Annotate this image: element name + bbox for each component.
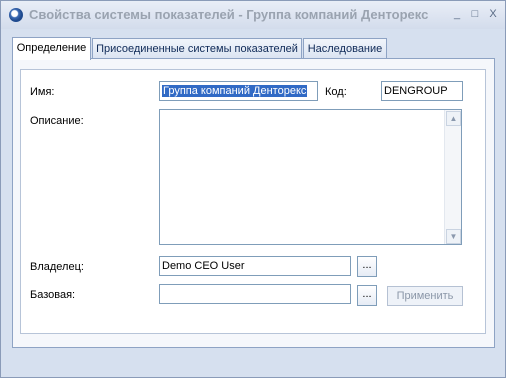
description-scrollbar[interactable]: ▲ ▼ xyxy=(444,110,461,244)
owner-browse-button[interactable]: ... xyxy=(357,256,377,277)
close-button[interactable]: X xyxy=(485,7,501,21)
name-input-value: Группа компаний Денторекс xyxy=(162,85,308,97)
apply-button[interactable]: Применить xyxy=(387,286,463,306)
code-input[interactable]: DENGROUP xyxy=(381,81,463,101)
window-title: Свойства системы показателей - Группа ко… xyxy=(29,7,429,22)
app-logo-icon xyxy=(9,8,23,22)
owner-label: Владелец: xyxy=(30,261,84,273)
tab-inheritance[interactable]: Наследование xyxy=(303,38,387,58)
tab-definition[interactable]: Определение xyxy=(12,37,91,60)
maximize-button[interactable]: □ xyxy=(467,7,483,21)
description-textarea[interactable]: ▲ ▼ xyxy=(159,109,462,245)
base-browse-button[interactable]: ... xyxy=(357,285,377,306)
title-bar[interactable]: Свойства системы показателей - Группа ко… xyxy=(1,1,505,29)
scroll-up-icon[interactable]: ▲ xyxy=(446,111,461,126)
scroll-down-icon[interactable]: ▼ xyxy=(446,229,461,244)
properties-dialog: Свойства системы показателей - Группа ко… xyxy=(0,0,506,378)
name-label: Имя: xyxy=(30,86,55,98)
tab-attached-systems[interactable]: Присоединенные системы показателей xyxy=(92,38,302,58)
base-input[interactable] xyxy=(159,284,351,304)
minimize-button[interactable]: _ xyxy=(449,7,465,21)
name-input[interactable]: Группа компаний Денторекс xyxy=(159,81,318,101)
code-label: Код: xyxy=(325,86,347,98)
owner-input[interactable]: Demo CEO User xyxy=(159,256,351,276)
base-label: Базовая: xyxy=(30,289,76,301)
description-label: Описание: xyxy=(30,115,84,127)
